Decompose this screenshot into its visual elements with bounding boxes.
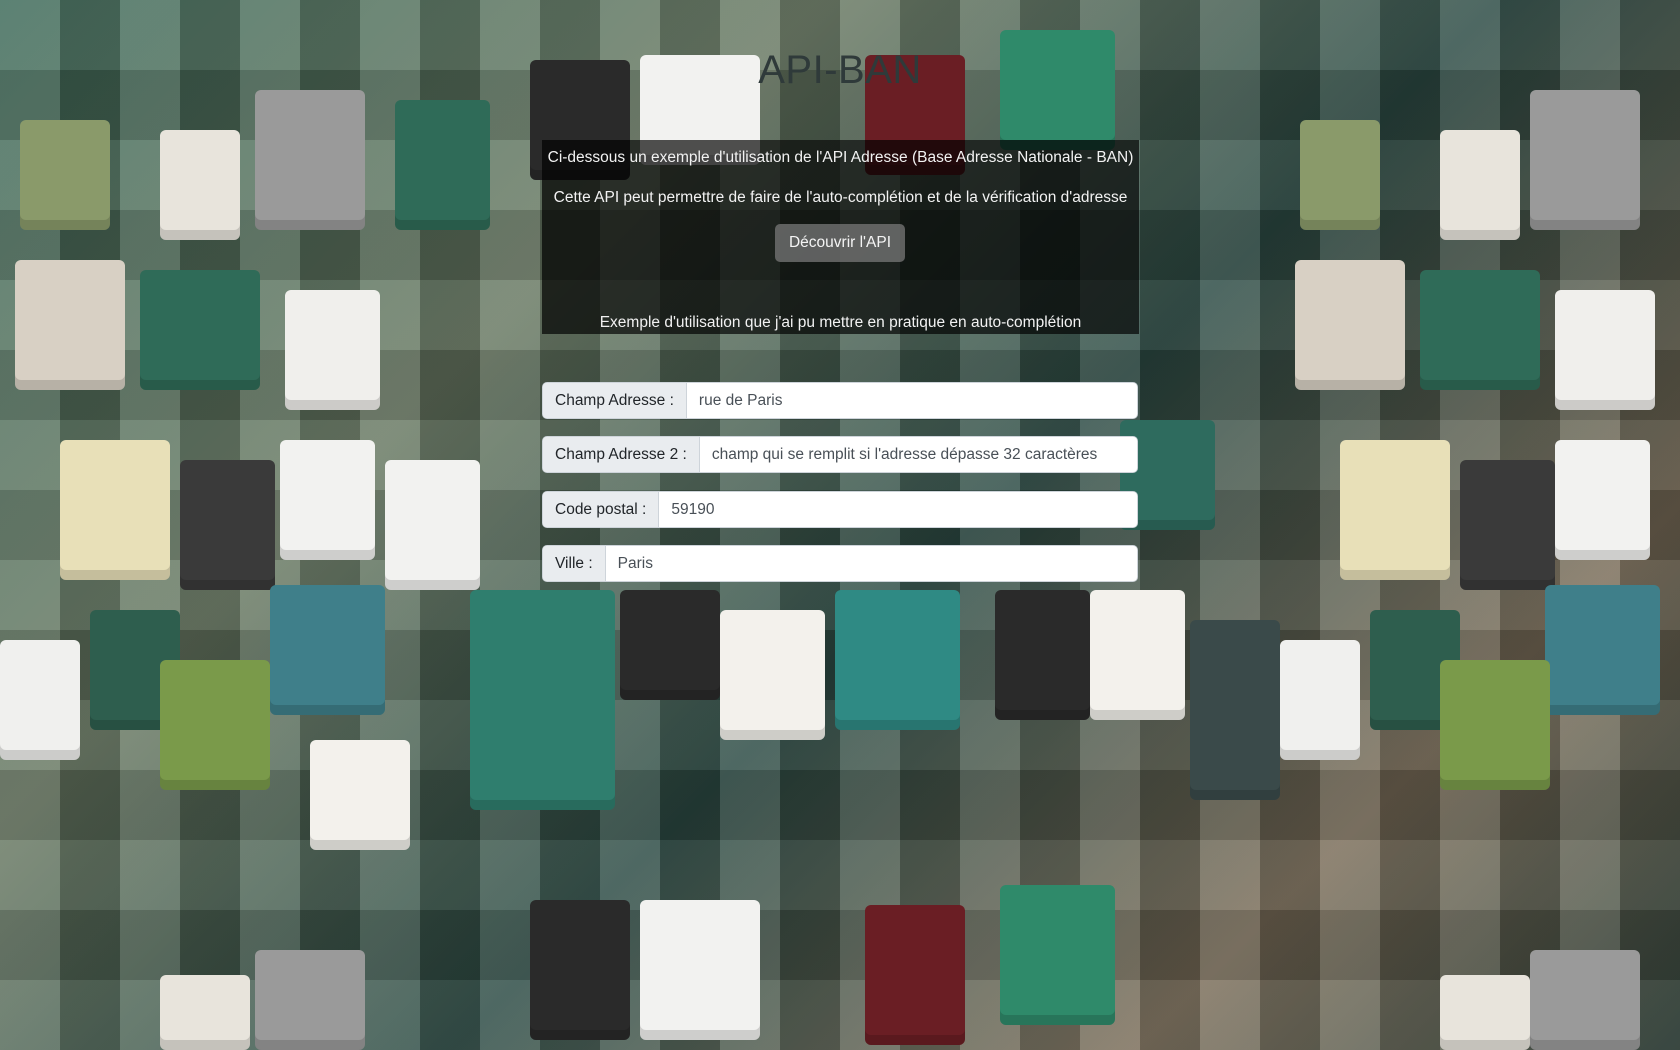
postal-code-field-group: Code postal : <box>542 491 1138 528</box>
page-title: API-BAN <box>758 48 922 92</box>
background-mailbox <box>280 440 375 560</box>
background-mailbox <box>20 120 110 230</box>
address-label: Champ Adresse : <box>543 383 687 418</box>
background-mailbox <box>1190 620 1280 800</box>
background-mailbox <box>395 100 490 230</box>
city-label: Ville : <box>543 546 606 581</box>
postal-code-input[interactable] <box>659 492 1137 527</box>
background-mailbox <box>1000 885 1115 1025</box>
address2-label: Champ Adresse 2 : <box>543 437 700 472</box>
background-mailbox <box>0 640 80 760</box>
background-mailbox <box>1440 975 1530 1050</box>
background-mailbox <box>15 260 125 390</box>
background-mailbox <box>835 590 960 730</box>
background-mailbox <box>310 740 410 850</box>
background-mailbox <box>180 460 275 590</box>
background-mailbox <box>255 950 365 1050</box>
background-mailbox <box>60 440 170 580</box>
postal-code-label: Code postal : <box>543 492 660 527</box>
intro-panel: Ci-dessous un exemple d'utilisation de l… <box>542 140 1139 334</box>
background-mailbox <box>1460 460 1555 590</box>
address2-input[interactable] <box>699 437 1137 472</box>
background-mailbox <box>140 270 260 390</box>
background-mailbox <box>1555 290 1655 410</box>
background-mailbox <box>1530 90 1640 230</box>
background-mailbox <box>530 900 630 1040</box>
background-mailbox <box>640 900 760 1040</box>
background-mailbox <box>1280 640 1360 760</box>
background-mailbox <box>1295 260 1405 390</box>
intro-capabilities: Cette API peut permettre de faire de l'a… <box>553 189 1128 206</box>
background-mailbox <box>285 290 380 410</box>
background-mailbox <box>160 975 250 1050</box>
background-mailbox <box>720 610 825 740</box>
background-mailbox <box>160 660 270 790</box>
background-mailbox <box>470 590 615 810</box>
background-mailbox <box>270 585 385 715</box>
discover-api-button[interactable]: Découvrir l'API <box>775 224 905 262</box>
background-mailbox <box>1530 950 1640 1050</box>
background-mailbox <box>1440 130 1520 240</box>
background-mailbox <box>385 460 480 590</box>
page-background: { "header": { "title": "API-BAN" }, "int… <box>0 0 1680 1050</box>
address-field-group: Champ Adresse : <box>542 382 1138 419</box>
example-caption: Exemple d'utilisation que j'ai pu mettre… <box>599 314 1082 331</box>
background-mailbox <box>1340 440 1450 580</box>
intro-description: Ci-dessous un exemple d'utilisation de l… <box>547 149 1134 166</box>
background-mailbox <box>1300 120 1380 230</box>
background-mailbox <box>1420 270 1540 390</box>
address-input[interactable] <box>686 383 1137 418</box>
background-mailbox <box>1090 590 1185 720</box>
background-mailbox <box>1555 440 1650 560</box>
background-mailbox <box>995 590 1090 720</box>
background-mailbox <box>160 130 240 240</box>
background-mailbox <box>255 90 365 230</box>
background-mailbox <box>1545 585 1660 715</box>
address2-field-group: Champ Adresse 2 : <box>542 436 1138 473</box>
background-mailbox <box>865 905 965 1045</box>
city-field-group: Ville : <box>542 545 1138 582</box>
background-mailbox <box>1440 660 1550 790</box>
background-mailbox <box>620 590 720 700</box>
city-input[interactable] <box>605 546 1137 581</box>
